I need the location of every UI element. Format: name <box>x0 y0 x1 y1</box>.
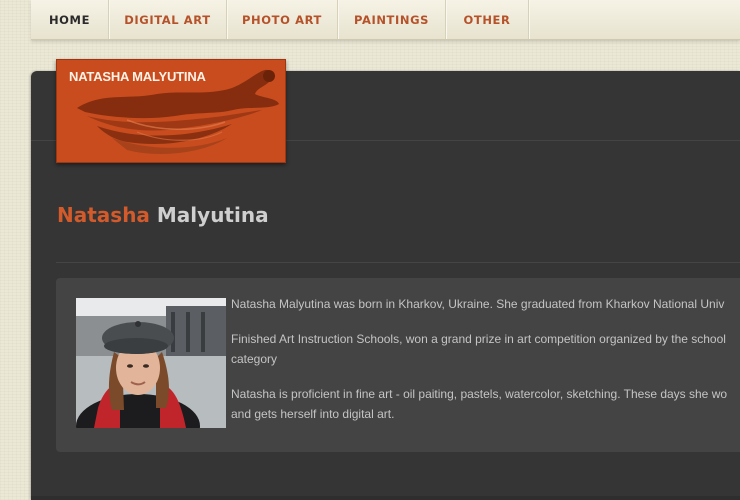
nav-item-other[interactable]: OTHER <box>446 0 529 39</box>
logo-text: NATASHA MALYUTINA <box>69 69 206 84</box>
page-title: Natasha Malyutina <box>57 203 269 227</box>
bio-paragraph: Natasha Malyutina was born in Kharkov, U… <box>231 297 725 311</box>
site-logo[interactable]: NATASHA MALYUTINA <box>56 59 286 163</box>
page-title-first-name: Natasha <box>57 203 150 228</box>
nav-item-photo-art[interactable]: PHOTO ART <box>227 0 338 39</box>
nav-item-digital-art[interactable]: DIGITAL ART <box>109 0 227 39</box>
artist-photo <box>76 298 226 428</box>
panel-bottom-edge <box>31 496 740 500</box>
top-navigation: HOME DIGITAL ART PHOTO ART PAINTINGS OTH… <box>31 0 740 40</box>
bio-paragraph: Natasha is proficient in fine art - oil … <box>231 387 728 421</box>
section-divider <box>56 262 740 263</box>
bio-text: Natasha Malyutina was born in Kharkov, U… <box>231 294 740 439</box>
nav-item-paintings[interactable]: PAINTINGS <box>338 0 446 39</box>
bio-paragraph: Finished Art Instruction Schools, won a … <box>231 332 726 366</box>
nav-item-home[interactable]: HOME <box>31 0 109 39</box>
page-title-last-name: Malyutina <box>156 203 269 228</box>
